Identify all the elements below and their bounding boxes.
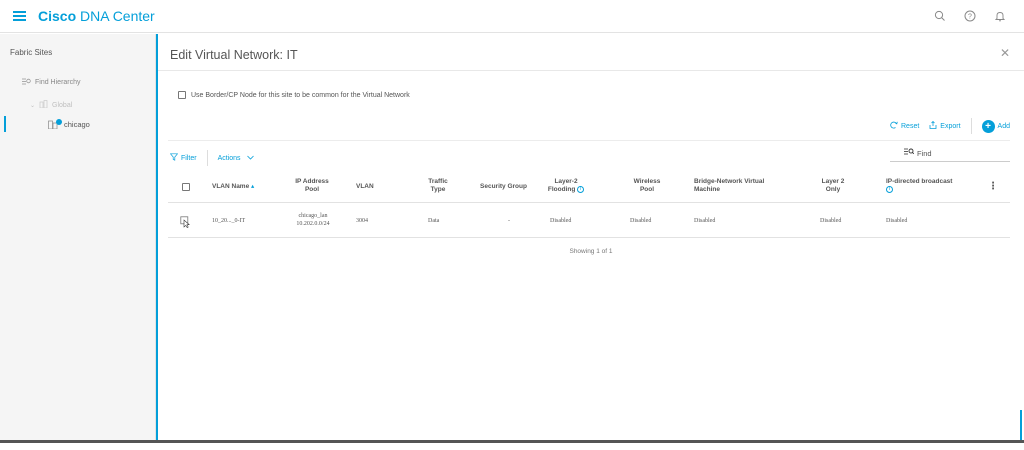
column-header-ip-pool[interactable]: IP Address Pool [290,178,334,194]
vlan-name-header-label: VLAN Name [212,183,250,190]
fabric-sites-sidebar: Fabric Sites Find Hierarchy ⌄ Global chi… [0,34,156,440]
menu-icon[interactable] [13,11,26,21]
tree-node-chicago-label: chicago [64,119,90,129]
cell-ip-pool: chicago_lan 10.202.0.0/24 [288,212,338,228]
column-header-vlan-name[interactable]: VLAN Name ▴ [212,183,254,191]
global-site-icon [39,100,48,110]
svg-text:?: ? [968,14,972,21]
table-toolbar: Reset Export + Add [890,118,1010,134]
find-hierarchy-icon [22,78,31,87]
add-button[interactable]: + Add [981,119,1010,133]
cell-wireless-pool: Disabled [630,218,652,224]
add-label: Add [997,122,1010,130]
ip-pool-name: chicago_lan [298,213,328,219]
sort-ascending-icon: ▴ [251,183,255,190]
table-header: VLAN Name ▴ IP Address Pool VLAN Traffic… [168,171,1010,203]
edit-virtual-network-panel: Edit Virtual Network: IT ✕ Use Border/CP… [156,34,1024,440]
export-icon [929,120,937,131]
cell-l2-flooding: Disabled [550,218,572,224]
use-border-label: Use Border/CP Node for this site to be c… [191,91,410,99]
column-header-layer2-only[interactable]: Layer 2 Only [818,178,848,194]
info-icon[interactable]: i [886,186,893,193]
use-border-cp-option[interactable]: Use Border/CP Node for this site to be c… [178,91,410,99]
ip-broadcast-header-label: IP-directed broadcast [886,178,953,185]
l2-flooding-header-label: Layer-2 Flooding [547,178,578,194]
column-settings-icon[interactable]: ⋮ [988,181,998,192]
column-header-vlan[interactable]: VLAN [356,183,374,191]
cell-security-group: - [508,218,510,224]
scrollbar[interactable] [1020,410,1022,440]
reset-label: Reset [901,122,920,130]
chevron-down-icon [246,155,254,162]
reset-button[interactable]: Reset [890,121,919,131]
search-icon[interactable] [932,8,948,24]
actions-label: Actions [217,154,241,162]
filter-label: Filter [181,154,197,162]
column-header-l2-flooding[interactable]: Layer-2 Flooding i [544,178,588,194]
tree-node-chicago[interactable]: chicago [4,116,154,132]
window-bottom-border [0,440,1024,450]
find-placeholder: Find [917,148,932,158]
top-navigation-bar: Cisco DNA Center ? [0,0,1024,33]
column-header-security-group[interactable]: Security Group [480,183,527,191]
filter-actions-row: Filter Actions [169,150,254,166]
cell-layer2-only: Disabled [820,218,842,224]
find-icon [904,148,915,158]
cell-vlan: 3004 [356,218,368,224]
use-border-checkbox[interactable] [178,91,186,99]
row-edit-icon[interactable] [180,215,191,233]
find-hierarchy-link[interactable]: Find Hierarchy [22,78,81,87]
table-row[interactable]: 10_20..._0-IT chicago_lan 10.202.0.0/24 … [168,204,1010,238]
brand-product: DNA Center [76,8,155,24]
find-input[interactable]: Find [890,145,1010,162]
notification-bell-icon[interactable] [992,8,1008,24]
find-hierarchy-label: Find Hierarchy [35,79,81,86]
toolbar-divider [970,118,972,134]
divider [168,140,1010,141]
select-all-checkbox[interactable] [182,183,190,191]
divider [158,70,1024,71]
export-label: Export [940,122,961,130]
actions-dropdown[interactable]: Actions [218,155,254,162]
cell-vlan-name: 10_20..._0-IT [212,218,246,224]
cell-ip-broadcast: Disabled [886,218,908,224]
brand-cisco: Cisco [38,8,77,24]
ip-pool-subnet: 10.202.0.0/24 [296,221,330,227]
fabric-site-icon [48,119,62,130]
export-button[interactable]: Export [929,120,961,131]
filter-divider [206,150,208,166]
expand-chevron-icon[interactable]: ⌄ [30,102,35,109]
tree-node-global[interactable]: ⌄ Global [30,100,72,110]
column-header-ip-broadcast[interactable]: IP-directed broadcast i [886,178,970,194]
close-icon[interactable]: ✕ [1000,46,1010,60]
column-header-wireless-pool[interactable]: Wireless Pool [630,178,664,194]
cell-bridge-vm: Disabled [694,218,716,224]
page-title: Edit Virtual Network: IT [170,48,298,62]
filter-button[interactable]: Filter [169,153,197,163]
pagination-status: Showing 1 of 1 [569,248,613,255]
reset-icon [890,121,898,131]
sidebar-title: Fabric Sites [10,48,53,57]
header-actions: ? [932,8,1008,24]
add-icon: + [981,119,995,133]
help-icon[interactable]: ? [962,8,978,24]
column-header-bridge-vm[interactable]: Bridge-Network Virtual Machine [694,178,786,194]
tree-node-global-label: Global [52,101,73,109]
cell-traffic-type: Data [428,218,440,224]
column-header-traffic-type[interactable]: Traffic Type [422,178,454,194]
info-icon[interactable]: i [577,186,585,193]
filter-icon [169,153,179,163]
app-title[interactable]: Cisco DNA Center [38,8,155,24]
